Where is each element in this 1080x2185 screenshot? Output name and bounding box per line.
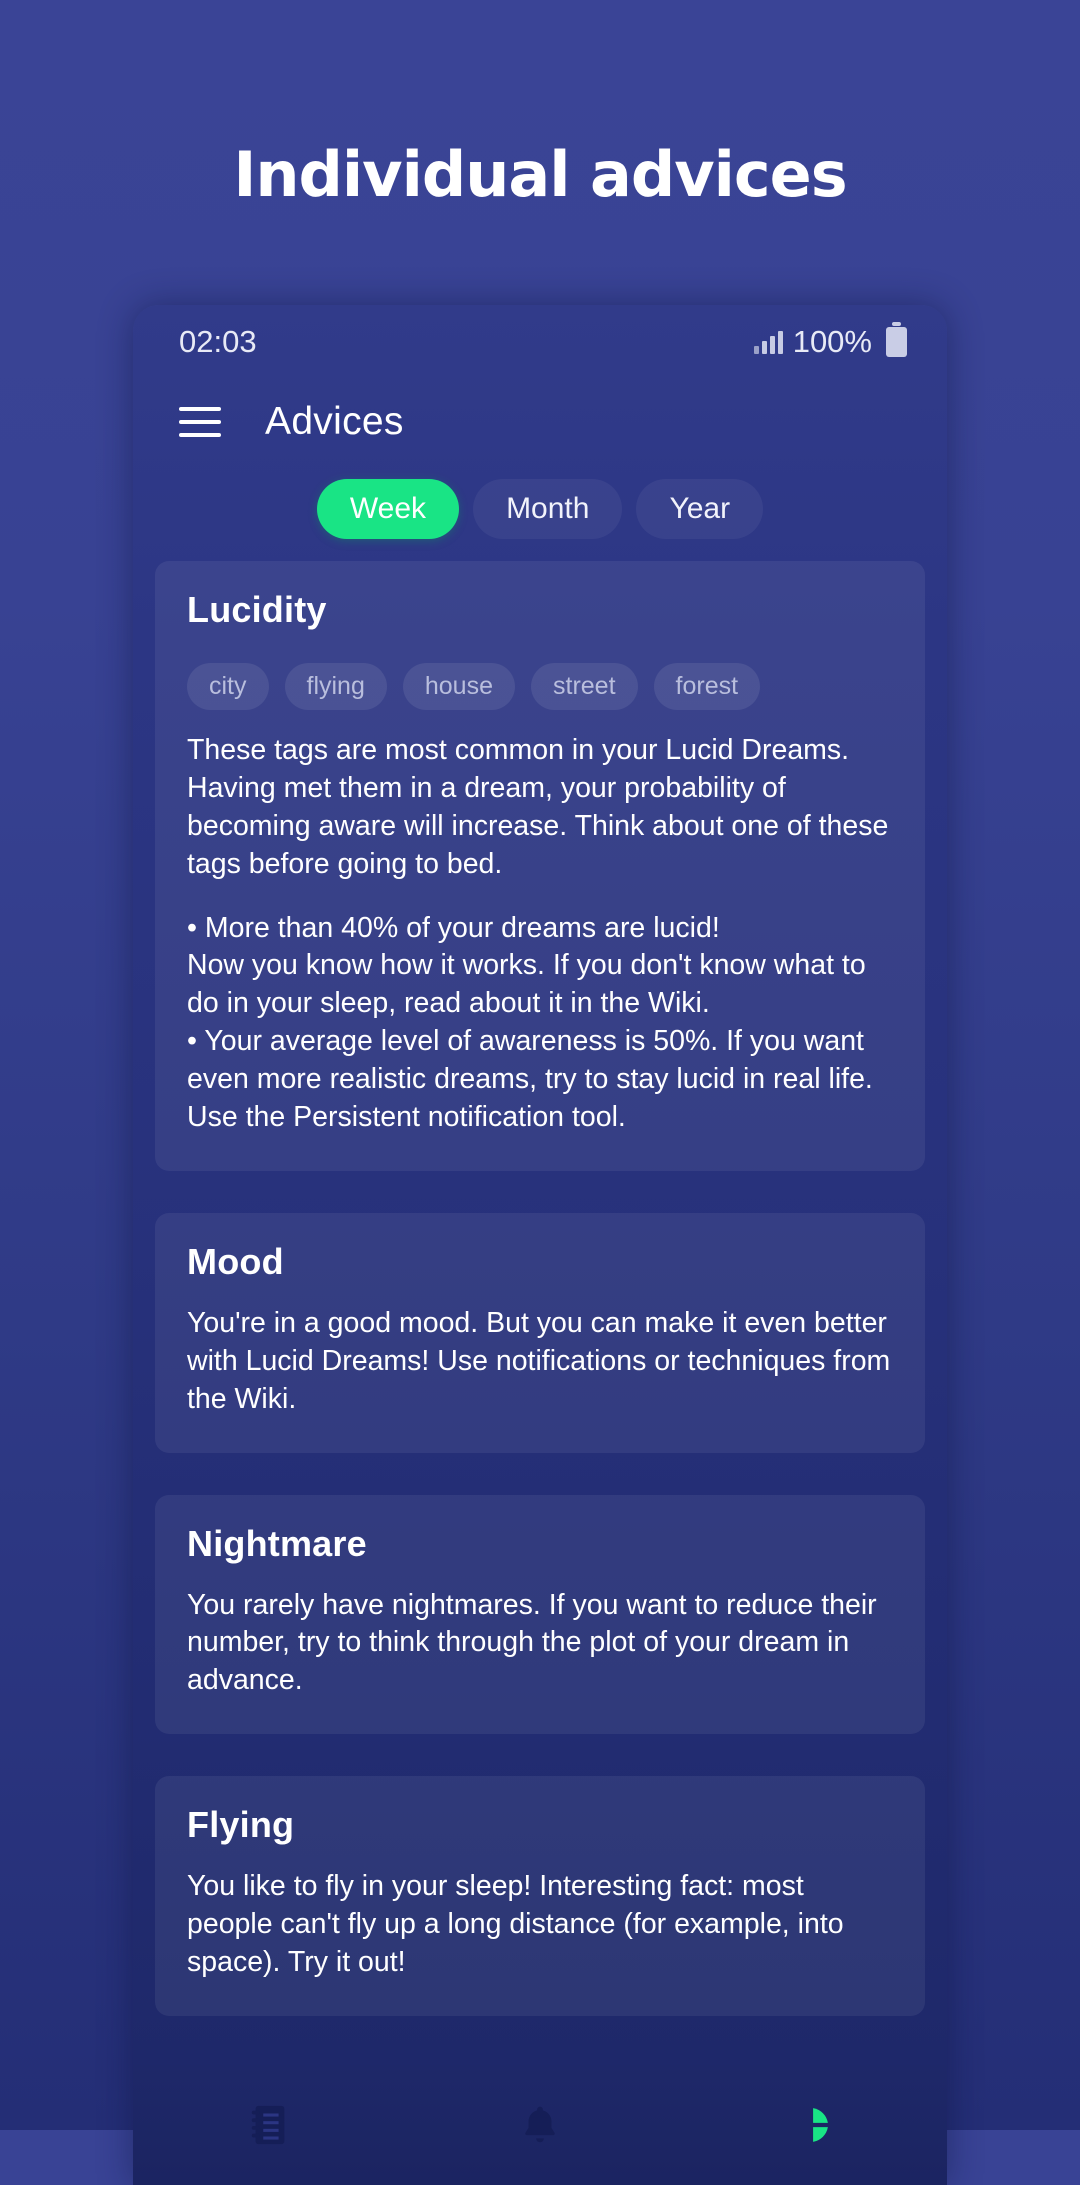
tag-chip[interactable]: forest (653, 663, 761, 710)
card-title: Mood (187, 1240, 284, 1282)
card-title: Nightmare (187, 1522, 367, 1564)
battery-full-icon (886, 322, 907, 357)
card-paragraph: You're in a good mood. But you can make … (187, 1306, 891, 1415)
battery-percent-label: 100% (792, 324, 872, 359)
advice-card-nightmare[interactable]: Nightmare You rarely have nightmares. If… (155, 1494, 925, 1735)
tab-year[interactable]: Year (636, 479, 764, 539)
tag-list: city flying house street forest (187, 663, 893, 710)
advice-card-mood[interactable]: Mood You're in a good mood. But you can … (155, 1212, 925, 1453)
hamburger-menu-icon[interactable] (179, 407, 221, 437)
nav-item-statistics[interactable] (676, 2102, 947, 2148)
card-paragraph: You like to fly in your sleep! Interesti… (187, 1870, 844, 1979)
page-title: Advices (265, 400, 404, 443)
period-segmented-control: Week Month Year (133, 479, 947, 539)
tag-chip[interactable]: flying (284, 663, 387, 710)
tag-chip[interactable]: house (402, 663, 515, 710)
card-paragraph: You rarely have nightmares. If you want … (187, 1588, 877, 1697)
pie-chart-icon (791, 2106, 829, 2144)
status-time: 02:03 (179, 324, 257, 359)
tag-chip[interactable]: city (187, 663, 269, 710)
advice-card-flying[interactable]: Flying You like to fly in your sleep! In… (155, 1776, 925, 2016)
advice-card-lucidity[interactable]: Lucidity city flying house street forest… (155, 561, 925, 1171)
card-title: Lucidity (187, 589, 327, 630)
phone-mockup: 02:03 100% Advices Week Month Year Lucid… (133, 305, 947, 2185)
card-paragraph: These tags are most common in your Lucid… (187, 734, 889, 880)
app-bar: Advices (133, 379, 947, 465)
promo-title: Individual advices (233, 138, 847, 211)
tab-week[interactable]: Week (316, 479, 460, 539)
card-bullets: • More than 40% of your dreams are lucid… (187, 911, 873, 1134)
tab-month[interactable]: Month (473, 479, 623, 539)
signal-bars-icon (753, 330, 783, 354)
tag-chip[interactable]: street (531, 663, 638, 710)
advice-card-list: Lucidity city flying house street forest… (133, 539, 947, 2016)
journal-icon (251, 2105, 284, 2145)
status-bar: 02:03 100% (133, 305, 947, 379)
status-indicators: 100% (753, 322, 907, 360)
card-title: Flying (187, 1804, 295, 1846)
bell-icon (525, 2106, 555, 2143)
bottom-navigation-bar (133, 2065, 947, 2185)
nav-item-notifications[interactable] (404, 2102, 675, 2148)
nav-item-journal[interactable] (133, 2102, 404, 2148)
